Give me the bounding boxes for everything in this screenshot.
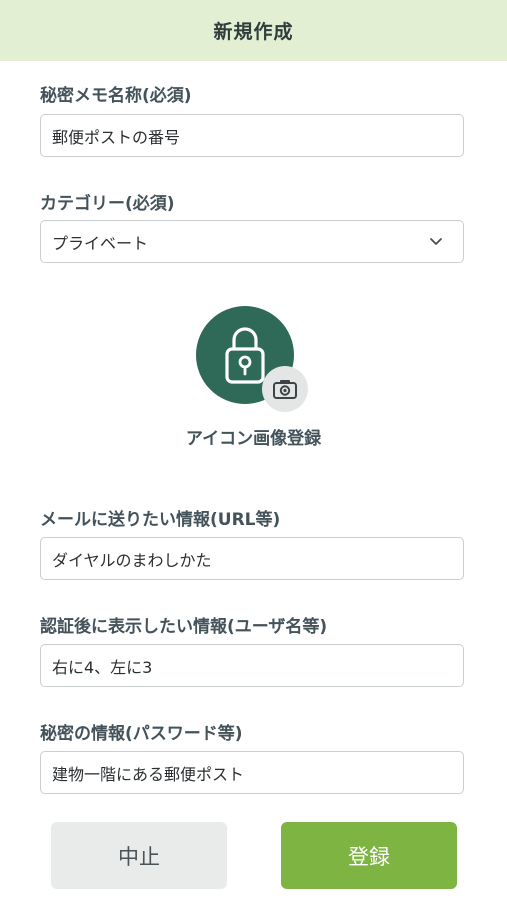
page-title: 新規作成 [213,21,294,43]
icon-register-caption: アイコン画像登録 [185,429,322,449]
cancel-button-label: 中止 [118,844,160,869]
header-bar: 新規作成 [0,0,507,61]
lock-icon [225,327,265,384]
mail-info-input[interactable]: ダイヤルのまわしかた [40,537,464,580]
after-auth-info-label: 認証後に表示したい情報(ユーザ名等) [40,617,328,637]
camera-badge[interactable] [262,366,308,412]
register-button-label: 登録 [348,844,390,869]
mail-info-value: ダイヤルのまわしかた [52,550,212,570]
secret-info-value: 建物一階にある郵便ポスト [52,764,245,784]
after-auth-info-value: 右に4、左に3 [52,657,153,677]
memo-name-input[interactable]: 郵便ポストの番号 [40,114,464,157]
memo-name-label: 秘密メモ名称(必須) [40,86,192,106]
cancel-button[interactable]: 中止 [51,822,227,889]
new-memo-screen: 新規作成 秘密メモ名称(必須) 郵便ポストの番号 カテゴリー(必須) プライベー… [0,0,507,900]
mail-info-label: メールに送りたい情報(URL等) [40,510,281,530]
after-auth-info-input[interactable]: 右に4、左に3 [40,644,464,687]
secret-info-label: 秘密の情報(パスワード等) [40,724,243,744]
secret-info-input[interactable]: 建物一階にある郵便ポスト [40,751,464,794]
category-label: カテゴリー(必須) [40,194,175,214]
chevron-down-icon [430,238,442,245]
camera-icon [273,380,297,399]
category-selected-value: プライベート [52,233,149,253]
category-select[interactable]: プライベート [40,220,464,263]
memo-name-value: 郵便ポストの番号 [52,127,181,147]
register-button[interactable]: 登録 [281,822,457,889]
